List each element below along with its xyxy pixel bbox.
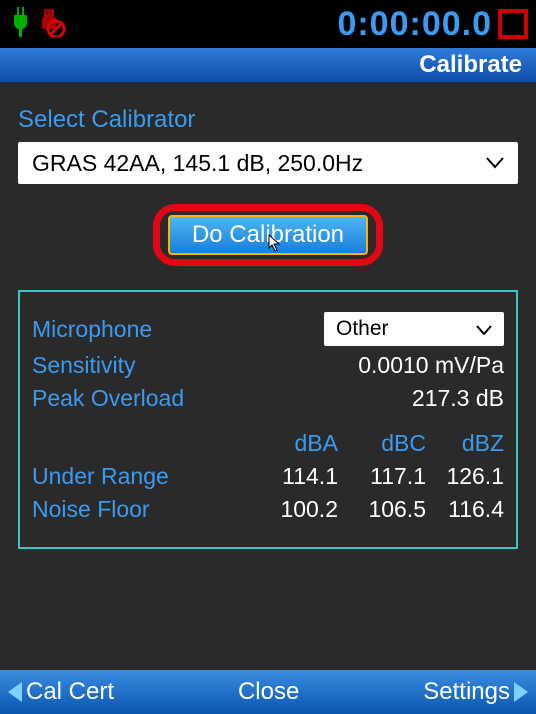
noise-floor-dbc: 106.5 — [346, 496, 426, 523]
under-range-dba: 114.1 — [258, 463, 338, 490]
content-area: Select Calibrator GRAS 42AA, 145.1 dB, 2… — [0, 82, 536, 559]
col-header-dbc: dBC — [346, 430, 426, 457]
table-row: Under Range 114.1 117.1 126.1 — [32, 463, 504, 490]
calibrator-select[interactable]: GRAS 42AA, 145.1 dB, 250.0Hz — [18, 142, 518, 184]
status-bar: 0:00:00.0 — [0, 0, 536, 48]
cal-cert-label: Cal Cert — [26, 678, 114, 706]
stop-icon[interactable] — [498, 9, 528, 39]
info-panel: Microphone Other Sensitivity 0.0010 mV/P… — [18, 290, 518, 549]
timer-readout: 0:00:00.0 — [337, 5, 492, 44]
peak-overload-label: Peak Overload — [32, 385, 184, 412]
sensitivity-label: Sensitivity — [32, 352, 136, 379]
range-table: dBA dBC dBZ Under Range 114.1 117.1 126.… — [32, 430, 504, 523]
triangle-left-icon — [8, 682, 22, 702]
settings-button[interactable]: Settings — [423, 678, 528, 706]
under-range-dbz: 126.1 — [434, 463, 504, 490]
col-header-dbz: dBZ — [434, 430, 504, 457]
usb-error-icon — [36, 7, 66, 42]
title-bar: Calibrate — [0, 48, 536, 82]
noise-floor-dba: 100.2 — [258, 496, 338, 523]
power-plug-icon — [8, 7, 32, 42]
bottom-bar: Cal Cert Close Settings — [0, 670, 536, 714]
do-calibration-label: Do Calibration — [192, 221, 344, 248]
col-header-dba: dBA — [258, 430, 338, 457]
microphone-select[interactable]: Other — [324, 312, 504, 346]
under-range-label: Under Range — [32, 463, 250, 490]
peak-overload-value: 217.3 dB — [412, 385, 504, 412]
calibrator-selected-value: GRAS 42AA, 145.1 dB, 250.0Hz — [32, 150, 363, 177]
table-row: Noise Floor 100.2 106.5 116.4 — [32, 496, 504, 523]
cal-cert-button[interactable]: Cal Cert — [8, 678, 114, 706]
triangle-right-icon — [514, 682, 528, 702]
microphone-label: Microphone — [32, 316, 152, 343]
sensitivity-value: 0.0010 mV/Pa — [358, 352, 504, 379]
chevron-down-icon — [476, 317, 492, 341]
microphone-selected-value: Other — [336, 317, 389, 341]
chevron-down-icon — [486, 152, 504, 175]
noise-floor-dbz: 116.4 — [434, 496, 504, 523]
settings-label: Settings — [423, 678, 510, 706]
under-range-dbc: 117.1 — [346, 463, 426, 490]
noise-floor-label: Noise Floor — [32, 496, 250, 523]
page-title: Calibrate — [419, 51, 522, 79]
do-calibration-button[interactable]: Do Calibration — [168, 215, 368, 255]
highlight-ring: Do Calibration — [153, 204, 383, 266]
select-calibrator-label: Select Calibrator — [18, 106, 518, 134]
close-label: Close — [238, 678, 299, 706]
close-button[interactable]: Close — [238, 678, 299, 706]
